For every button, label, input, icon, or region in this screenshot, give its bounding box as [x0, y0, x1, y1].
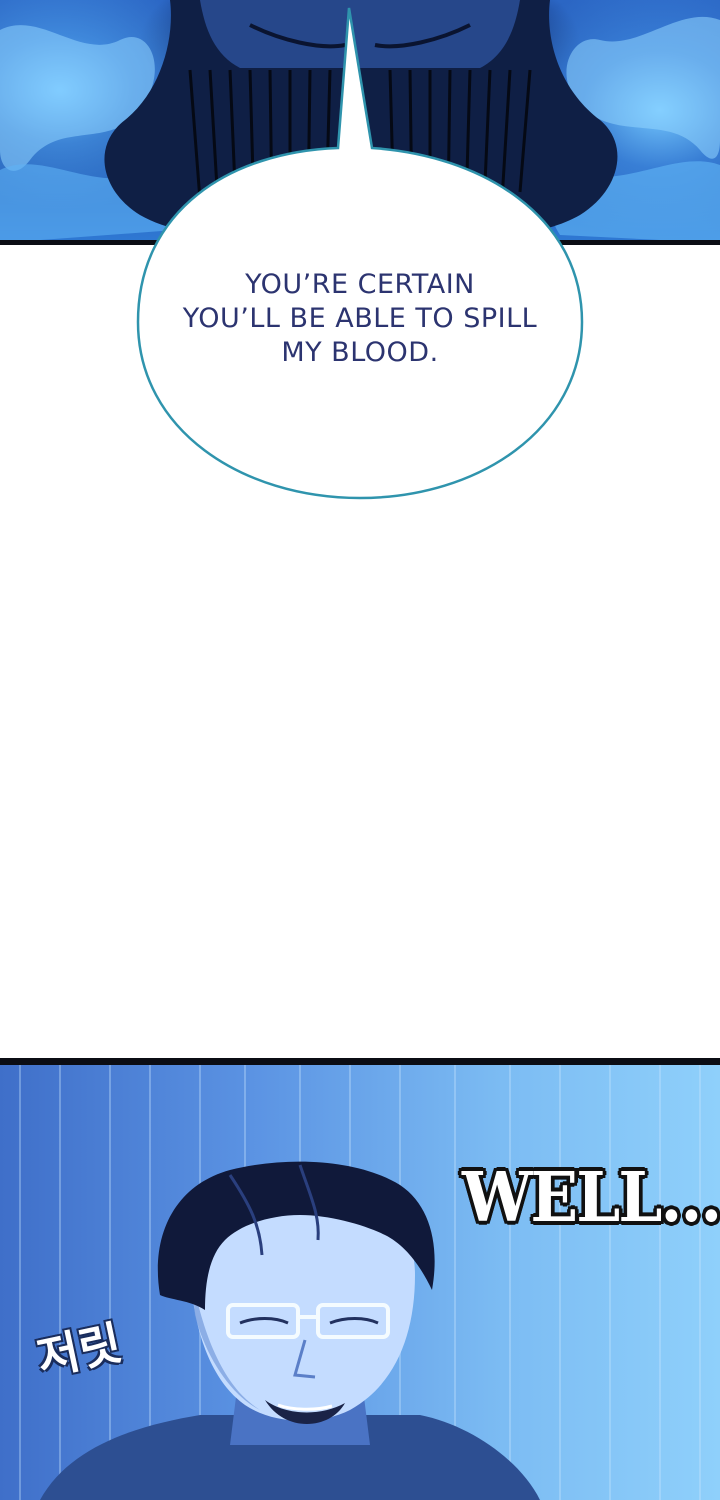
comic-page: YOU’RE CERTAIN YOU’LL BE ABLE TO SPILL M…: [0, 0, 720, 1500]
bubble-line-1: YOU’RE CERTAIN: [245, 269, 475, 300]
bottom-panel-border: [0, 1058, 720, 1065]
speech-bubble: [136, 7, 584, 500]
man-with-glasses-illustration: [19, 1065, 701, 1500]
sfx-well-text: WELL...: [462, 1158, 720, 1238]
bottom-panel-illustration: [0, 1065, 720, 1500]
speech-bubble-text: YOU’RE CERTAIN YOU’LL BE ABLE TO SPILL M…: [170, 268, 550, 370]
bubble-line-3: MY BLOOD.: [281, 337, 439, 368]
bubble-line-2: YOU’LL BE ABLE TO SPILL: [182, 303, 538, 334]
